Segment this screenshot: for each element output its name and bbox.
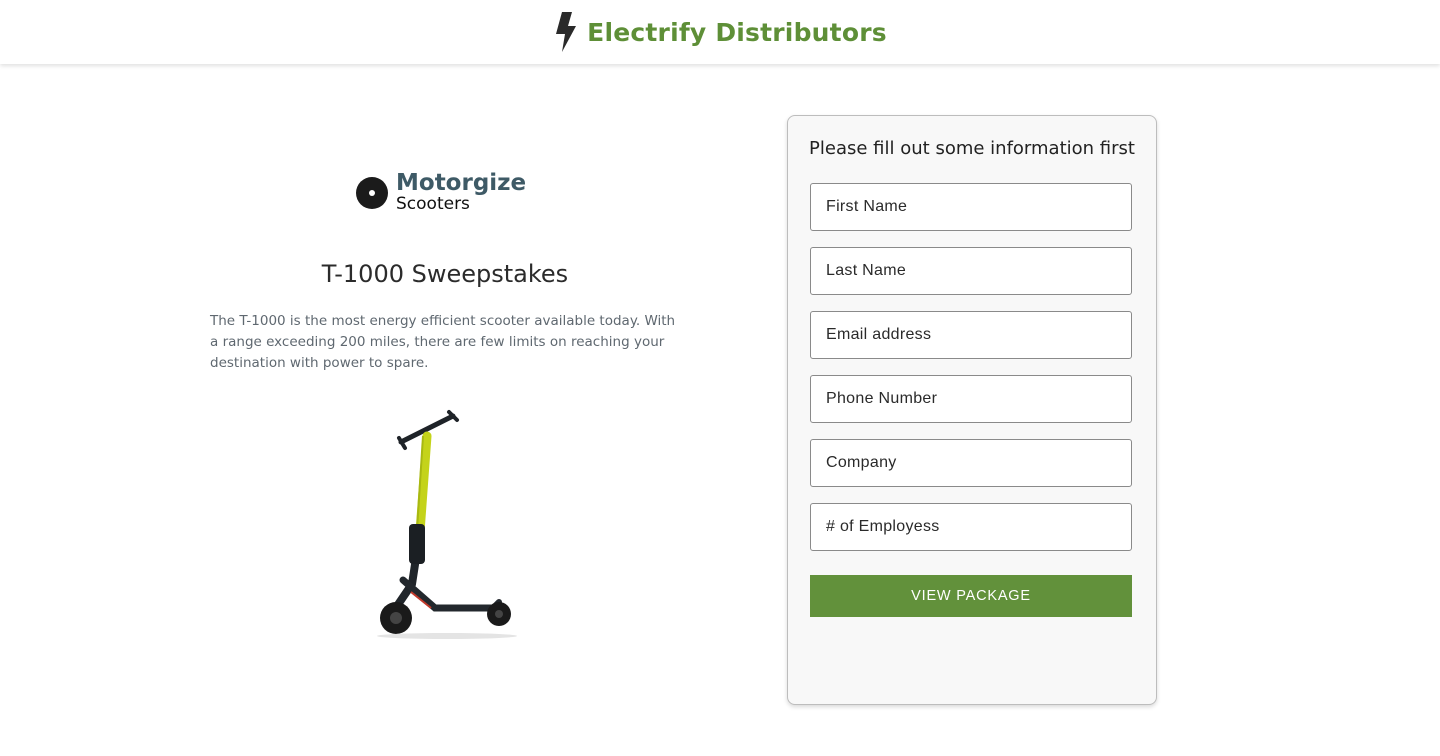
lightning-bolt-icon xyxy=(556,12,577,52)
email-input[interactable] xyxy=(810,311,1132,359)
first-name-input[interactable] xyxy=(810,183,1132,231)
lead-form: Please fill out some information first V… xyxy=(787,115,1157,705)
employees-input[interactable] xyxy=(810,503,1132,551)
company-input[interactable] xyxy=(810,439,1132,487)
form-title: Please fill out some information first xyxy=(809,138,1135,159)
top-bar: Electrify Distributors xyxy=(0,0,1440,64)
promo-description: The T-1000 is the most energy efficient … xyxy=(210,313,676,371)
logo-main-text: Motorgize xyxy=(396,170,527,196)
motorgize-logo: Motorgize Scooters xyxy=(356,172,526,213)
logo-sub-text: Scooters xyxy=(396,194,470,214)
circle-dot-icon xyxy=(356,176,388,209)
view-package-button[interactable]: VIEW PACKAGE xyxy=(810,575,1132,617)
last-name-input[interactable] xyxy=(810,247,1132,295)
brand[interactable]: Electrify Distributors xyxy=(553,12,887,52)
brand-name: Electrify Distributors xyxy=(587,17,887,47)
promo-title: T-1000 Sweepstakes xyxy=(321,260,569,288)
electric-scooter-image xyxy=(377,410,517,639)
phone-number-input[interactable] xyxy=(810,375,1132,423)
